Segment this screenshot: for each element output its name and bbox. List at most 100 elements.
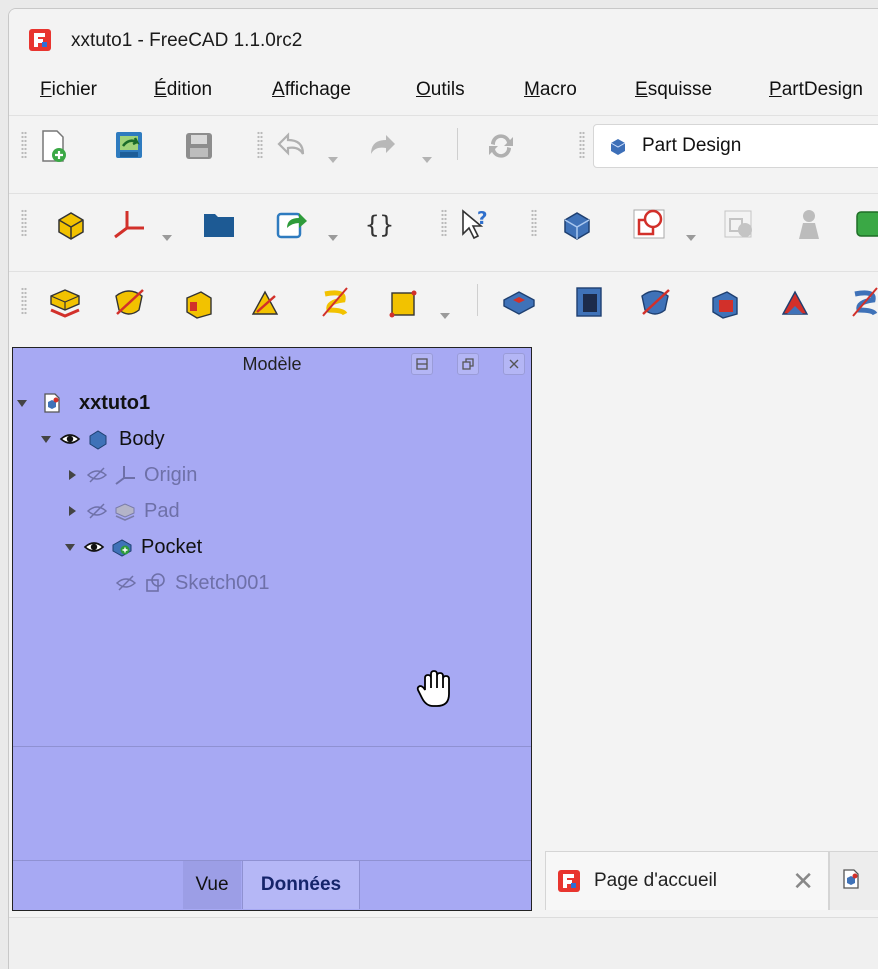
origin-axes-icon: [115, 466, 135, 485]
pad-button[interactable]: [45, 282, 85, 322]
tree-item-label: xxtuto1: [79, 391, 151, 414]
folder-icon: [204, 214, 234, 237]
tree-item-label: Pocket: [141, 535, 203, 558]
menu-fichier[interactable]: Fichier: [40, 79, 97, 101]
expand-chevron-down-icon[interactable]: [65, 543, 75, 551]
groove-icon: [641, 289, 670, 315]
menu-edition[interactable]: Édition: [154, 79, 212, 101]
expand-chevron-right-icon[interactable]: [69, 470, 76, 480]
primitive-dropdown-chevron-down-icon[interactable]: [439, 311, 451, 321]
tree-item-label: Sketch001: [175, 571, 270, 594]
link-icon: [276, 212, 307, 239]
subtractive-pipe-icon: [781, 290, 809, 315]
document-icon: [44, 393, 60, 413]
tab-start-page[interactable]: Page d'accueil ✕: [545, 851, 829, 910]
additive-pipe-button[interactable]: [245, 282, 285, 322]
subtractive-loft-icon: [712, 291, 738, 319]
toolbar-grip[interactable]: [579, 131, 585, 159]
menu-partdesign[interactable]: PartDesign: [769, 79, 863, 101]
eye-hidden-icon[interactable]: [115, 572, 137, 594]
panel-splitter[interactable]: [13, 746, 531, 747]
validate-sketch-button[interactable]: [719, 204, 759, 244]
tab-donnees[interactable]: Données: [242, 861, 360, 909]
create-link-button[interactable]: [271, 204, 311, 244]
menu-esquisse[interactable]: Esquisse: [635, 79, 712, 101]
pocket-icon: [112, 539, 132, 557]
toolbar-grip[interactable]: [441, 209, 447, 237]
tree-item-body[interactable]: Body: [41, 424, 165, 454]
revolution-button[interactable]: [109, 282, 149, 322]
undo-dropdown-chevron-down-icon[interactable]: [327, 155, 339, 165]
additive-box-icon: [389, 290, 417, 318]
subtractive-pipe-button[interactable]: [775, 282, 815, 322]
pocket-button[interactable]: [499, 282, 539, 322]
close-icon: [509, 359, 519, 369]
eye-icon[interactable]: [83, 536, 105, 558]
menu-macro[interactable]: Macro: [524, 79, 577, 101]
eye-hidden-icon[interactable]: [86, 464, 108, 486]
toolbar-grip[interactable]: [21, 287, 27, 315]
create-group-button[interactable]: [199, 204, 239, 244]
float-window-icon: [462, 358, 474, 370]
tab-vue[interactable]: Vue: [183, 861, 241, 909]
subtractive-helix-icon: [852, 287, 878, 317]
expand-chevron-down-icon[interactable]: [41, 435, 51, 443]
subtractive-helix-button[interactable]: [845, 282, 878, 322]
additive-helix-button[interactable]: [315, 282, 355, 322]
sketch-dropdown-chevron-down-icon[interactable]: [685, 233, 697, 243]
create-datum-button[interactable]: [109, 204, 149, 244]
tree-item-label: Pad: [144, 499, 180, 522]
groove-button[interactable]: [635, 282, 675, 322]
additive-primitive-button[interactable]: [383, 282, 423, 322]
tree-item-document[interactable]: xxtuto1: [17, 388, 150, 418]
tree-item-pad[interactable]: Pad: [69, 496, 180, 526]
create-body-button[interactable]: [557, 204, 597, 244]
eye-icon[interactable]: [59, 428, 81, 450]
additive-pipe-icon: [251, 290, 279, 315]
create-part-button[interactable]: [51, 204, 91, 244]
toolbar-grip[interactable]: [21, 131, 27, 159]
additive-loft-button[interactable]: [179, 282, 219, 322]
macro-braces-button[interactable]: {}: [359, 204, 399, 244]
revolution-icon: [115, 289, 144, 315]
freecad-logo-icon: [29, 29, 51, 51]
clone-button[interactable]: [789, 204, 829, 244]
redo-dropdown-chevron-down-icon[interactable]: [421, 155, 433, 165]
eye-hidden-icon[interactable]: [86, 500, 108, 522]
undo-icon: [277, 132, 305, 156]
expand-chevron-right-icon[interactable]: [69, 506, 76, 516]
3d-view-area[interactable]: [544, 347, 878, 857]
redo-button[interactable]: [363, 126, 403, 166]
subtractive-loft-button[interactable]: [705, 282, 745, 322]
toolbar-grip[interactable]: [531, 209, 537, 237]
expand-chevron-down-icon[interactable]: [17, 399, 27, 407]
save-document-button[interactable]: [179, 126, 219, 166]
open-document-icon: [116, 132, 142, 158]
datum-dropdown-chevron-down-icon[interactable]: [161, 233, 173, 243]
link-dropdown-chevron-down-icon[interactable]: [327, 233, 339, 243]
open-document-button[interactable]: [109, 126, 149, 166]
tree-item-origin[interactable]: Origin: [69, 460, 197, 490]
menu-affichage[interactable]: Affichage: [272, 79, 351, 101]
menu-outils[interactable]: Outils: [416, 79, 465, 101]
tree-item-pocket[interactable]: Pocket: [65, 532, 202, 562]
tree-item-sketch001[interactable]: Sketch001: [115, 568, 270, 598]
panel-minimize-button[interactable]: [411, 353, 433, 375]
tab-document[interactable]: [829, 851, 878, 910]
toolbar-separator: [457, 128, 458, 160]
toolbar-grip[interactable]: [21, 209, 27, 237]
title-bar: xxtuto1 - FreeCAD 1.1.0rc2: [9, 9, 878, 65]
shape-binder-button[interactable]: [849, 204, 878, 244]
refresh-button[interactable]: [481, 126, 521, 166]
pocket-icon: [503, 291, 535, 315]
undo-button[interactable]: [271, 126, 311, 166]
panel-close-button[interactable]: [503, 353, 525, 375]
panel-float-button[interactable]: [457, 353, 479, 375]
create-sketch-button[interactable]: [629, 204, 669, 244]
hole-button[interactable]: [569, 282, 609, 322]
tab-close-icon[interactable]: ✕: [792, 866, 814, 897]
toolbar-grip[interactable]: [257, 131, 263, 159]
whats-this-button[interactable]: ?: [455, 204, 495, 244]
new-document-button[interactable]: [33, 126, 73, 166]
workbench-selector[interactable]: Part Design: [593, 124, 878, 168]
